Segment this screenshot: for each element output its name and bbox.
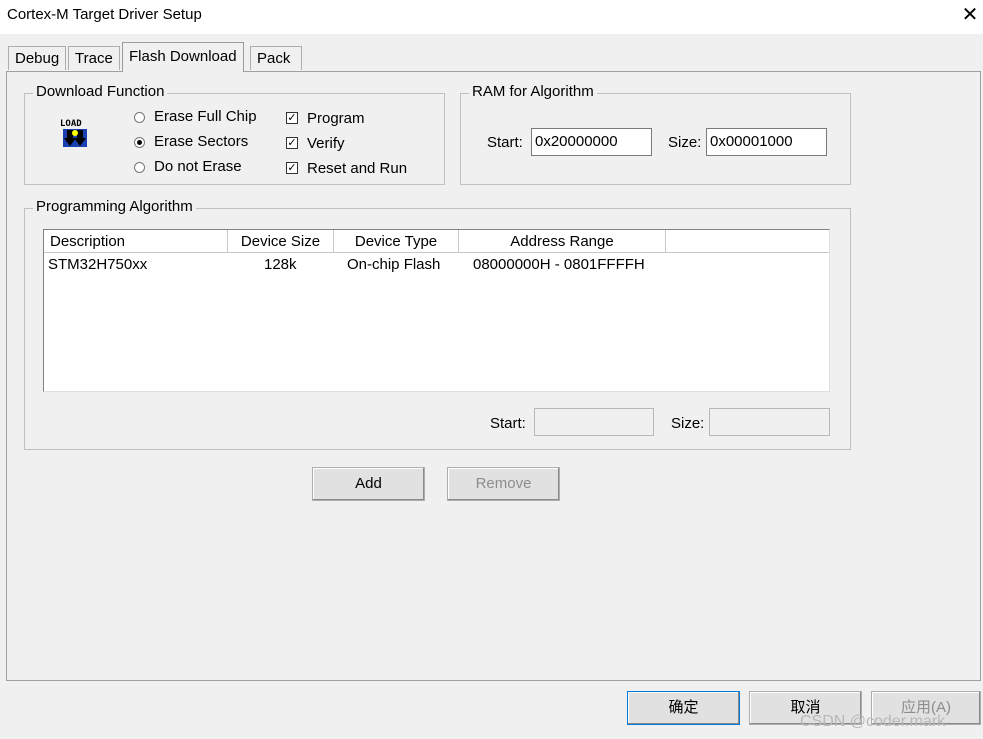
radio-erase-sectors-label: Erase Sectors: [154, 133, 249, 150]
radio-do-not-erase-label: Do not Erase: [154, 158, 242, 175]
column-device-size[interactable]: Device Size: [228, 230, 334, 253]
tab-debug[interactable]: Debug: [8, 46, 67, 70]
check-program-label: Program: [307, 110, 365, 127]
table-row[interactable]: STM32H750xx 128k On-chip Flash 08000000H…: [44, 256, 829, 278]
radio-erase-sectors[interactable]: [134, 137, 145, 148]
row-description: STM32H750xx: [48, 256, 148, 273]
check-reset-and-run[interactable]: ✓: [286, 162, 298, 174]
close-icon[interactable]: ✕: [958, 2, 982, 28]
load-icon-text: LOAD: [60, 119, 82, 129]
window-title: Cortex-M Target Driver Setup: [7, 6, 202, 23]
ram-for-algorithm-title: RAM for Algorithm: [469, 83, 597, 100]
row-address-range: 08000000H - 0801FFFFH: [473, 256, 645, 273]
check-reset-and-run-label: Reset and Run: [307, 160, 408, 177]
ram-start-label: Start:: [487, 134, 523, 151]
radio-do-not-erase[interactable]: [134, 162, 145, 173]
programming-algorithm-title: Programming Algorithm: [33, 198, 196, 215]
tab-trace[interactable]: Trace: [68, 46, 120, 70]
radio-erase-full-chip-label: Erase Full Chip: [154, 108, 257, 125]
algo-start-input[interactable]: [534, 408, 654, 436]
remove-button[interactable]: Remove: [447, 467, 560, 501]
title-bar: Cortex-M Target Driver Setup ✕: [0, 0, 983, 34]
column-address-range[interactable]: Address Range: [459, 230, 666, 253]
tab-pack[interactable]: Pack: [250, 46, 302, 70]
column-description[interactable]: Description: [44, 230, 228, 253]
programming-algorithm-group: Programming Algorithm Description Device…: [24, 198, 851, 450]
row-device-size: 128k: [264, 256, 297, 273]
ram-size-label: Size:: [668, 134, 702, 151]
ram-size-input[interactable]: 0x00001000: [706, 128, 827, 156]
column-device-type[interactable]: Device Type: [334, 230, 459, 253]
download-function-group: Download Function LOAD Erase Full Chip E…: [24, 83, 445, 185]
load-icon: LOAD: [59, 116, 91, 148]
ram-for-algorithm-group: RAM for Algorithm Start: 0x20000000 Size…: [460, 83, 851, 185]
radio-erase-full-chip[interactable]: [134, 112, 145, 123]
algo-size-input[interactable]: [709, 408, 830, 436]
check-program[interactable]: ✓: [286, 112, 298, 124]
watermark: CSDN @coder.mark: [800, 713, 946, 730]
row-device-type: On-chip Flash: [347, 256, 441, 273]
ok-button[interactable]: 确定: [627, 691, 740, 725]
tab-flash-download[interactable]: Flash Download: [122, 42, 244, 72]
check-verify[interactable]: ✓: [286, 137, 298, 149]
ram-start-input[interactable]: 0x20000000: [531, 128, 652, 156]
algo-size-label: Size:: [671, 415, 705, 432]
check-verify-label: Verify: [307, 135, 345, 152]
algorithm-list[interactable]: Description Device Size Device Type Addr…: [43, 229, 830, 392]
algo-start-label: Start:: [490, 415, 526, 432]
download-function-title: Download Function: [33, 83, 168, 100]
column-empty: [666, 230, 829, 253]
add-button[interactable]: Add: [312, 467, 425, 501]
